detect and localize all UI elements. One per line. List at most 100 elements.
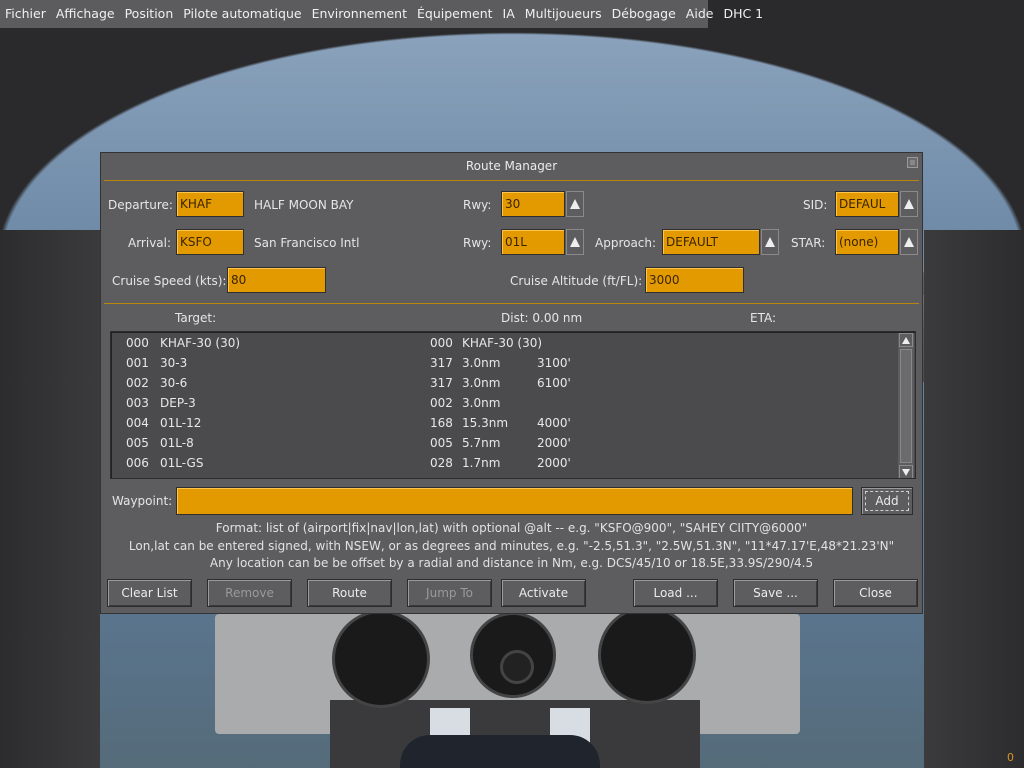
row-distance: 3.0nm xyxy=(462,376,501,390)
menu-environnement[interactable]: Environnement xyxy=(307,0,412,28)
scroll-up-icon[interactable] xyxy=(899,333,913,347)
scroll-down-icon[interactable] xyxy=(899,465,913,478)
sid-field[interactable]: DEFAUL xyxy=(835,191,899,217)
row-index: 006 xyxy=(126,456,149,470)
list-item[interactable]: 005 01L-8 005 5.7nm 2000' xyxy=(111,433,901,453)
scrollbar-track[interactable] xyxy=(900,349,912,463)
separator-top xyxy=(104,180,919,181)
row-altitude: 4000' xyxy=(537,416,571,430)
menu-equipement[interactable]: Équipement xyxy=(412,0,498,28)
list-item[interactable]: 003 DEP-3 002 3.0nm xyxy=(111,393,901,413)
vertical-speed-gauge xyxy=(598,606,696,704)
row-name: 01L-12 xyxy=(160,416,202,430)
load-button[interactable]: Load ... xyxy=(633,579,718,607)
waypoint-label: Waypoint: xyxy=(112,494,173,508)
remove-button[interactable]: Remove xyxy=(207,579,292,607)
cruise-altitude-field[interactable]: 3000 xyxy=(645,267,744,293)
menu-position[interactable]: Position xyxy=(120,0,179,28)
departure-label: Departure: xyxy=(108,198,173,212)
list-item[interactable]: 004 01L-12 168 15.3nm 4000' xyxy=(111,413,901,433)
waypoint-input[interactable] xyxy=(176,487,853,515)
row-index: 004 xyxy=(126,416,149,430)
list-header-target: Target: xyxy=(175,311,217,325)
route-manager-dialog: Route Manager Departure: KHAF HALF MOON … xyxy=(100,152,923,614)
row-distance: 3.0nm xyxy=(462,396,501,410)
sid-dropdown-icon[interactable] xyxy=(900,191,918,217)
canopy-side-right xyxy=(924,230,1024,768)
row-heading: 317 xyxy=(430,376,453,390)
star-dropdown-icon[interactable] xyxy=(900,229,918,255)
menu-debogage[interactable]: Débogage xyxy=(607,0,681,28)
cruise-speed-field[interactable]: 80 xyxy=(227,267,326,293)
row-altitude: 2000' xyxy=(537,456,571,470)
save-button[interactable]: Save ... xyxy=(733,579,818,607)
menu-ia[interactable]: IA xyxy=(498,0,520,28)
departure-field[interactable]: KHAF xyxy=(176,191,244,217)
row-altitude: 3100' xyxy=(537,356,571,370)
arrival-rwy-label: Rwy: xyxy=(463,236,492,250)
row-heading: 168 xyxy=(430,416,453,430)
menu-pilote-automatique[interactable]: Pilote automatique xyxy=(178,0,306,28)
activate-button[interactable]: Activate xyxy=(501,579,586,607)
row-distance: KHAF-30 (30) xyxy=(462,336,543,350)
close-button[interactable]: Close xyxy=(833,579,918,607)
row-distance: 1.7nm xyxy=(462,456,501,470)
menu-fichier[interactable]: Fichier xyxy=(0,0,51,28)
waypoint-list[interactable]: 000 KHAF-30 (30) 000 KHAF-30 (30) 001 30… xyxy=(110,331,916,479)
canopy-side-left xyxy=(0,230,100,768)
star-label: STAR: xyxy=(791,236,826,250)
pilot-feet xyxy=(400,735,600,768)
departure-rwy-field[interactable]: 30 xyxy=(501,191,565,217)
menu-affichage[interactable]: Affichage xyxy=(51,0,120,28)
row-distance: 3.0nm xyxy=(462,356,501,370)
row-heading: 002 xyxy=(430,396,453,410)
row-distance: 5.7nm xyxy=(462,436,501,450)
menu-aircraft[interactable]: DHC 1 xyxy=(718,0,768,28)
arrival-label: Arrival: xyxy=(128,236,172,250)
list-item[interactable]: 002 30-6 317 3.0nm 6100' xyxy=(111,373,901,393)
departure-rwy-dropdown-icon[interactable] xyxy=(566,191,584,217)
close-icon[interactable] xyxy=(907,157,918,168)
approach-dropdown-icon[interactable] xyxy=(761,229,779,255)
list-scrollbar[interactable] xyxy=(898,333,914,478)
row-name: DEP-3 xyxy=(160,396,196,410)
arrival-field[interactable]: KSFO xyxy=(176,229,244,255)
row-heading: 028 xyxy=(430,456,453,470)
departure-rwy-label: Rwy: xyxy=(463,198,492,212)
star-field[interactable]: (none) xyxy=(835,229,899,255)
frame-counter: 0 xyxy=(1007,751,1014,764)
row-altitude: 2000' xyxy=(537,436,571,450)
gauge-small xyxy=(500,650,534,684)
row-altitude: 6100' xyxy=(537,376,571,390)
cruise-speed-label: Cruise Speed (kts): xyxy=(112,274,227,288)
list-header-eta: ETA: xyxy=(750,311,777,325)
list-item[interactable]: 006 01L-GS 028 1.7nm 2000' xyxy=(111,453,901,473)
row-distance: 15.3nm xyxy=(462,416,509,430)
row-heading: 005 xyxy=(430,436,453,450)
clear-list-button[interactable]: Clear List xyxy=(107,579,192,607)
row-heading: 317 xyxy=(430,356,453,370)
approach-label: Approach: xyxy=(595,236,657,250)
arrival-rwy-field[interactable]: 01L xyxy=(501,229,565,255)
add-button[interactable]: Add xyxy=(861,487,913,515)
arrival-rwy-dropdown-icon[interactable] xyxy=(566,229,584,255)
row-name: 30-6 xyxy=(160,376,188,390)
row-name: KHAF-30 (30) xyxy=(160,336,241,350)
add-button-label: Add xyxy=(875,494,899,508)
list-item[interactable]: 001 30-3 317 3.0nm 3100' xyxy=(111,353,901,373)
row-index: 002 xyxy=(126,376,149,390)
menu-multijoueurs[interactable]: Multijoueurs xyxy=(520,0,607,28)
row-name: 01L-GS xyxy=(160,456,204,470)
approach-field[interactable]: DEFAULT xyxy=(662,229,760,255)
row-heading: 000 xyxy=(430,336,453,350)
cruise-altitude-label: Cruise Altitude (ft/FL): xyxy=(510,274,643,288)
menu-aide[interactable]: Aide xyxy=(681,0,719,28)
row-name: 30-3 xyxy=(160,356,188,370)
help-lonlat: Lon,lat can be entered signed, with NSEW… xyxy=(128,539,895,553)
help-offset: Any location can be be offset by a radia… xyxy=(209,556,814,570)
list-item[interactable]: 000 KHAF-30 (30) 000 KHAF-30 (30) xyxy=(111,333,901,353)
row-index: 003 xyxy=(126,396,149,410)
departure-airport-name: HALF MOON BAY xyxy=(254,198,354,212)
route-button[interactable]: Route xyxy=(307,579,392,607)
jump-to-button[interactable]: Jump To xyxy=(407,579,492,607)
